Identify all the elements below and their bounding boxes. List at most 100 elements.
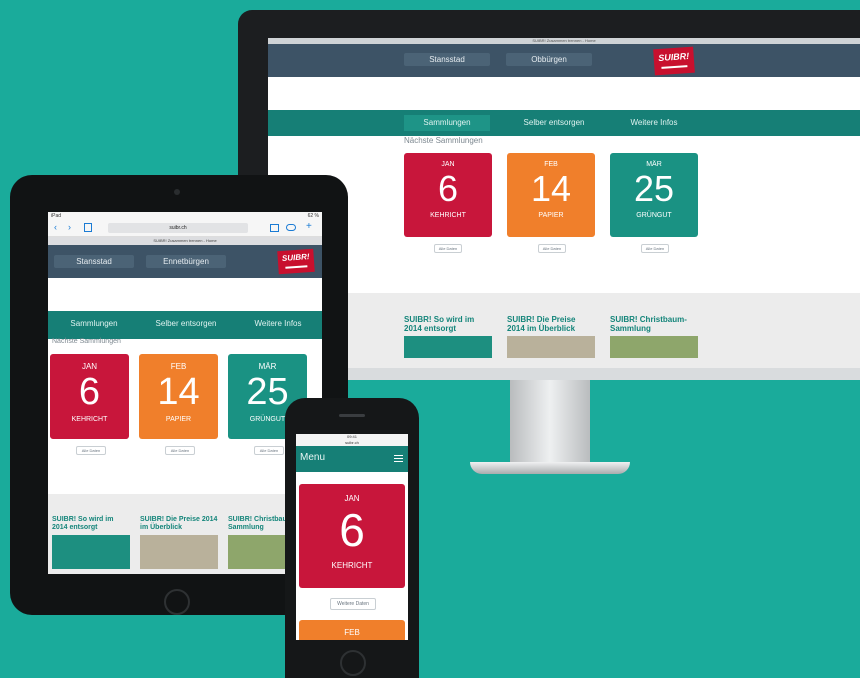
collection-card-papier[interactable]: FEB bbox=[299, 620, 405, 640]
phone-header: Menu bbox=[296, 446, 408, 472]
news-teaser[interactable]: SUIBR! So wird im 2014 entsorgt bbox=[52, 516, 130, 570]
news-teaser[interactable]: SUIBR! So wird im 2014 entsorgt bbox=[404, 315, 492, 359]
add-tab-icon[interactable]: + bbox=[306, 221, 312, 232]
nav-selber-entsorgen[interactable]: Selber entsorgen bbox=[504, 115, 604, 131]
all-dates-button[interactable]: Alle Daten bbox=[538, 244, 566, 253]
collection-card-kehricht[interactable]: JAN 6 KEHRICHT bbox=[50, 354, 129, 439]
nav-weitere-infos[interactable]: Weitere Infos bbox=[242, 319, 314, 328]
card-category: KEHRICHT bbox=[71, 416, 108, 423]
nav-sammlungen[interactable]: Sammlungen bbox=[54, 319, 134, 328]
section-title: Nächste Sammlungen bbox=[404, 136, 483, 145]
phone-status-bar: 09:41 suibr.ch bbox=[296, 434, 408, 446]
address-bar[interactable]: suibr.ch bbox=[108, 223, 248, 233]
share-icon[interactable] bbox=[84, 223, 92, 232]
collection-card-gruengut[interactable]: MÄR 25 GRÜNGUT bbox=[610, 153, 698, 237]
news-teaser[interactable]: SUIBR! Christbaum-Sammlung bbox=[610, 315, 698, 359]
tablet-screen: iPad 62 % ‹ › suibr.ch + SUIBR! Zusammen… bbox=[48, 212, 322, 574]
collection-card-papier[interactable]: FEB 14 PAPIER bbox=[139, 354, 218, 439]
card-day: 25 bbox=[633, 168, 675, 209]
all-dates-button[interactable]: Alle Daten bbox=[641, 244, 669, 253]
main-nav: Sammlungen Selber entsorgen Weitere Info… bbox=[48, 311, 322, 339]
logo-arrow-icon bbox=[661, 65, 688, 69]
all-dates-button[interactable]: Alle Daten bbox=[434, 244, 462, 253]
collection-card-kehricht[interactable]: JAN 6 KEHRICHT bbox=[404, 153, 492, 237]
teaser-title: SUIBR! So wird im 2014 entsorgt bbox=[404, 315, 475, 334]
main-nav: Sammlungen Selber entsorgen Weitere Info… bbox=[268, 110, 860, 136]
window-title: SUIBR! Zusammen trennen - Home bbox=[532, 38, 596, 43]
teaser-title: SUIBR! Die Preise 2014 im Überblick bbox=[507, 315, 576, 334]
teaser-title: SUIBR! Christbaum-Sammlung bbox=[610, 315, 687, 334]
tablet-home-button[interactable] bbox=[164, 589, 190, 615]
card-category: KEHRICHT bbox=[430, 212, 466, 219]
card-category: GRÜNGUT bbox=[636, 212, 672, 219]
forward-icon[interactable]: › bbox=[68, 222, 71, 232]
teaser-image bbox=[610, 336, 698, 359]
card-month: FEB bbox=[170, 362, 187, 371]
tablet-camera bbox=[174, 189, 180, 195]
news-teaser[interactable]: SUIBR! Die Preise 2014 im Überblick bbox=[507, 315, 595, 359]
bookmarks-icon[interactable] bbox=[270, 224, 279, 232]
phone-speaker bbox=[339, 414, 365, 417]
logo-text: SUIBR! bbox=[281, 252, 310, 263]
card-month: FEB bbox=[344, 628, 360, 637]
teaser-image bbox=[507, 336, 595, 359]
card-day: 14 bbox=[157, 371, 200, 413]
nav-weitere-infos[interactable]: Weitere Infos bbox=[614, 115, 694, 131]
cloud-icon[interactable] bbox=[286, 224, 296, 231]
card-day: 6 bbox=[78, 371, 101, 413]
all-dates-button[interactable]: Alle Daten bbox=[254, 446, 284, 455]
news-section: SUIBR! So wird im 2014 entsorgt SUIBR! D… bbox=[48, 494, 322, 574]
card-category: PAPIER bbox=[538, 212, 564, 219]
collection-card-papier[interactable]: FEB 14 PAPIER bbox=[507, 153, 595, 237]
monitor-chin bbox=[258, 368, 860, 380]
phone-screen: 09:41 suibr.ch Menu JAN 6 KEHRICHT Weite… bbox=[296, 434, 408, 640]
teaser-image bbox=[404, 336, 492, 359]
back-icon[interactable]: ‹ bbox=[54, 222, 57, 232]
card-category: PAPIER bbox=[165, 416, 192, 423]
phone-device: 09:41 suibr.ch Menu JAN 6 KEHRICHT Weite… bbox=[285, 398, 419, 678]
ios-status-bar: iPad 62 % bbox=[48, 212, 322, 220]
location-button-obbuergen[interactable]: Obbürgen bbox=[506, 53, 592, 66]
card-month: MÄR bbox=[646, 161, 662, 168]
suibr-logo[interactable]: SUIBR! bbox=[277, 248, 315, 275]
menu-label[interactable]: Menu bbox=[300, 452, 325, 463]
news-teaser[interactable]: SUIBR! Die Preise 2014 im Überblick bbox=[140, 516, 218, 570]
logo-arrow-icon bbox=[285, 265, 308, 269]
card-month: MÄR bbox=[258, 362, 277, 371]
phone-home-button[interactable] bbox=[340, 650, 366, 676]
location-button-stansstad[interactable]: Stansstad bbox=[54, 255, 134, 268]
card-day: 14 bbox=[530, 168, 572, 209]
location-button-ennetbuergen[interactable]: Ennetbürgen bbox=[146, 255, 226, 268]
teaser-image bbox=[52, 535, 130, 570]
teaser-title: SUIBR! So wird im 2014 entsorgt bbox=[52, 516, 114, 532]
card-day: 6 bbox=[437, 168, 459, 209]
card-month: JAN bbox=[81, 362, 98, 371]
site-header: Stansstad Obbürgen SUIBR! bbox=[268, 44, 860, 77]
status-carrier: iPad bbox=[51, 213, 62, 219]
card-day: 6 bbox=[339, 504, 365, 556]
collection-card-kehricht[interactable]: JAN 6 KEHRICHT bbox=[299, 484, 405, 588]
section-title: Nächste Sammlungen bbox=[52, 338, 121, 345]
more-dates-button[interactable]: Weitere Daten bbox=[330, 598, 376, 610]
card-month: FEB bbox=[544, 161, 558, 168]
suibr-logo[interactable]: SUIBR! bbox=[653, 46, 695, 76]
card-month: JAN bbox=[344, 494, 360, 503]
card-category: KEHRICHT bbox=[331, 561, 373, 570]
news-section: SUIBR! So wird im 2014 entsorgt SUIBR! D… bbox=[268, 293, 860, 368]
safari-toolbar: ‹ › suibr.ch + bbox=[48, 220, 322, 237]
tab-title-bar: SUIBR! Zusammen trennen - Home bbox=[48, 237, 322, 245]
site-header: Stansstad Ennetbürgen SUIBR! bbox=[48, 245, 322, 278]
hamburger-icon[interactable] bbox=[394, 455, 403, 456]
all-dates-button[interactable]: Alle Daten bbox=[165, 446, 195, 455]
nav-selber-entsorgen[interactable]: Selber entsorgen bbox=[140, 319, 232, 328]
desktop-screen: SUIBR! Zusammen trennen - Home Stansstad… bbox=[268, 38, 860, 368]
location-button-stansstad[interactable]: Stansstad bbox=[404, 53, 490, 66]
teaser-image bbox=[140, 535, 218, 570]
nav-sammlungen[interactable]: Sammlungen bbox=[404, 115, 490, 131]
monitor-stand bbox=[470, 380, 630, 480]
logo-text: SUIBR! bbox=[657, 50, 690, 64]
status-battery: 62 % bbox=[307, 213, 319, 219]
all-dates-button[interactable]: Alle Daten bbox=[76, 446, 106, 455]
teaser-title: SUIBR! Die Preise 2014 im Überblick bbox=[140, 516, 218, 532]
card-month: JAN bbox=[441, 161, 455, 168]
